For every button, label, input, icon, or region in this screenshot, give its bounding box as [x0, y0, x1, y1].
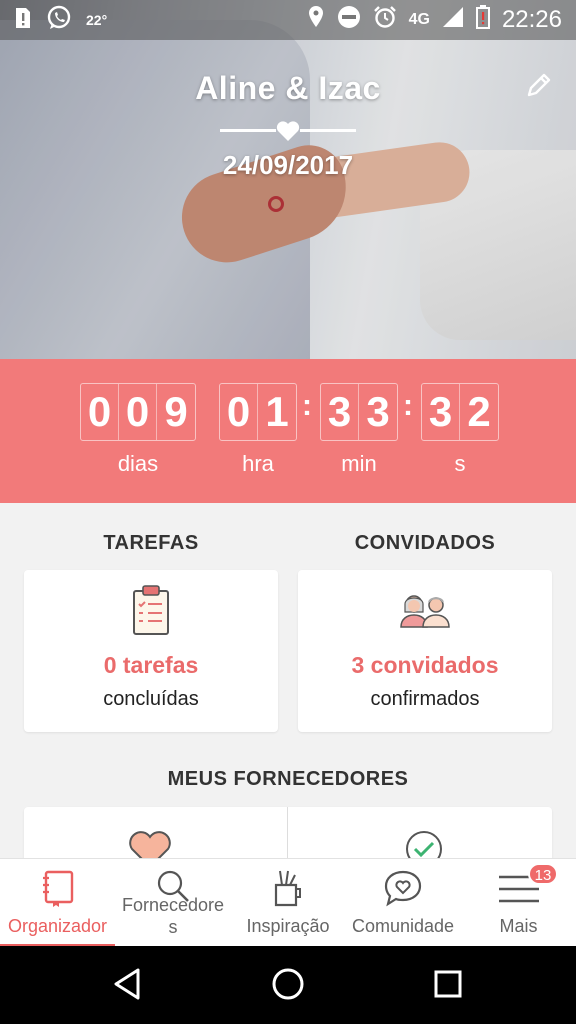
system-navigation-bar — [0, 946, 576, 1024]
alarm-icon — [373, 5, 397, 35]
seconds-digit: 2 — [467, 388, 491, 435]
status-bar: 22° 4G 22:26 — [0, 0, 576, 40]
hours-label: hra — [242, 451, 274, 476]
back-icon[interactable] — [110, 966, 146, 1007]
notification-badge: 13 — [528, 863, 558, 885]
hours-digit: 1 — [265, 388, 289, 435]
nav-comunidade[interactable]: Comunidade — [345, 859, 461, 947]
nav-inspiracao-label: Inspiração — [246, 916, 330, 936]
recents-icon[interactable] — [430, 966, 466, 1007]
guests-title: CONVIDADOS — [354, 532, 496, 554]
couple-icon — [398, 592, 452, 633]
nav-fornecedores[interactable]: Fornecedore s — [115, 859, 231, 947]
seconds-digit: 3 — [422, 384, 460, 440]
nav-mais[interactable]: Mais — [461, 859, 576, 947]
clock-text: 22:26 — [501, 6, 562, 33]
days-digit: 0 — [119, 384, 157, 440]
brush-cup-icon — [272, 869, 304, 914]
countdown-seconds: 3 2 s — [421, 383, 499, 477]
home-icon[interactable] — [270, 966, 306, 1007]
chat-heart-icon — [383, 869, 423, 912]
divider-line-left — [220, 129, 276, 132]
guests-subtext: confirmados — [370, 688, 480, 710]
nav-fornecedores-label-line2: s — [168, 917, 178, 937]
countdown-hours: 0 1 hra — [219, 383, 297, 477]
nav-comunidade-label: Comunidade — [351, 916, 455, 936]
minutes-digit: 3 — [321, 384, 359, 440]
nav-organizador-label: Organizador — [7, 916, 108, 936]
seconds-label: s — [454, 451, 466, 476]
clipboard-icon — [131, 584, 171, 641]
sim-alert-icon — [14, 6, 32, 35]
hours-digit: 0 — [220, 384, 258, 440]
tasks-title: TAREFAS — [103, 532, 199, 554]
nav-mais-label: Mais — [499, 916, 538, 936]
wedding-date: 24/09/2017 — [222, 150, 354, 180]
days-digit: 0 — [81, 384, 119, 440]
countdown-minutes: 3 3 min — [320, 383, 398, 477]
days-digit: 9 — [164, 388, 188, 435]
nav-organizador[interactable]: Organizador — [0, 859, 115, 947]
countdown-bar: 0 0 9 dias 0 1 hra : 3 3 min : 3 2 s — [0, 359, 576, 503]
signal-icon — [442, 6, 464, 34]
battery-low-icon — [475, 5, 490, 35]
nav-inspiracao[interactable]: Inspiração — [231, 859, 345, 947]
pencil-icon[interactable] — [524, 70, 554, 100]
do-not-disturb-icon — [337, 5, 361, 35]
time-separator: : — [302, 389, 312, 422]
couple-names: Aline & Izac — [195, 70, 381, 106]
minutes-digit: 3 — [366, 388, 390, 435]
guests-card[interactable]: 3 convidados confirmados — [298, 570, 552, 732]
minutes-label: min — [341, 451, 377, 476]
bottom-navigation: Organizador Fornecedore s Inspiração Com… — [0, 858, 576, 947]
temperature-text: 22° — [86, 12, 108, 28]
tasks-subtext: concluídas — [103, 688, 199, 710]
location-icon — [307, 5, 325, 35]
tasks-card[interactable]: 0 tarefas concluídas — [24, 570, 278, 732]
notebook-icon — [41, 869, 75, 912]
heart-divider — [220, 120, 356, 144]
countdown-days: 0 0 9 dias — [80, 383, 196, 477]
divider-line-right — [300, 129, 356, 132]
nav-fornecedores-label-line1: Fornecedore — [121, 895, 225, 915]
vendors-title: MEUS FORNECEDORES — [167, 768, 409, 790]
heart-icon — [276, 120, 300, 142]
whatsapp-icon — [46, 5, 72, 36]
tasks-count: 0 tarefas — [103, 652, 199, 678]
guests-count: 3 convidados — [351, 652, 499, 678]
time-separator: : — [403, 389, 413, 422]
network-type-text: 4G — [408, 11, 430, 28]
days-label: dias — [117, 451, 159, 476]
